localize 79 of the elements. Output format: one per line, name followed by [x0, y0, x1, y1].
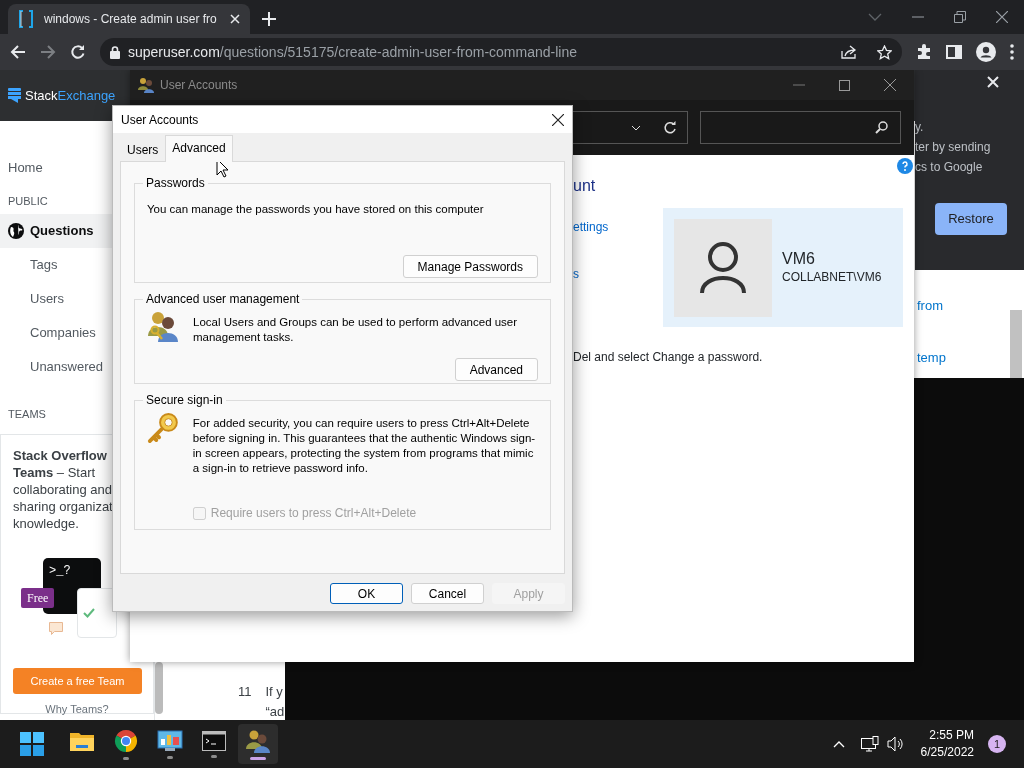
back-icon[interactable] [10, 44, 26, 60]
control-panel-icon[interactable] [157, 729, 183, 752]
checkmark-icon [83, 608, 95, 618]
scrollbar-thumb[interactable] [155, 662, 163, 714]
close-icon[interactable] [996, 11, 1008, 23]
share-icon[interactable] [841, 45, 857, 59]
reload-icon[interactable] [70, 44, 86, 60]
free-badge: Free [21, 588, 55, 608]
puzzle-icon[interactable] [916, 44, 932, 60]
site-icon [18, 10, 34, 28]
group-label: Passwords [145, 176, 206, 190]
close-icon[interactable] [552, 113, 564, 126]
user-name: VM6 [782, 249, 816, 268]
page-heading: unt [573, 176, 597, 196]
menu-icon[interactable] [1010, 44, 1014, 60]
forward-icon[interactable] [40, 44, 56, 60]
taskbar-button[interactable] [238, 724, 278, 764]
account-name: COLLABNET\VM6 [782, 268, 882, 286]
search-field[interactable] [700, 111, 901, 144]
notification-badge[interactable]: 1 [988, 735, 1006, 753]
users-icon [147, 310, 179, 342]
users-icon[interactable] [246, 728, 270, 753]
user-icon [700, 241, 746, 294]
group-label: Advanced user management [145, 292, 301, 306]
restore-button[interactable]: Restore [935, 203, 1007, 235]
maximize-icon[interactable] [839, 79, 850, 91]
close-icon[interactable] [884, 79, 896, 91]
lock-icon [110, 45, 120, 59]
volume-icon[interactable] [886, 736, 905, 752]
globe-icon [8, 222, 24, 239]
start-icon[interactable] [20, 732, 44, 756]
link[interactable]: temp [917, 347, 946, 367]
manage-passwords-button[interactable]: Manage Passwords [402, 255, 538, 278]
dialog-button[interactable]: OK [330, 583, 403, 604]
link[interactable]: s [573, 265, 663, 283]
clock-time[interactable]: 2:55 PM [920, 727, 974, 744]
url-text: superuser.com [128, 43, 220, 60]
help-icon[interactable] [897, 158, 913, 174]
clock-date[interactable]: 6/25/2022 [920, 744, 974, 761]
key-icon [147, 411, 179, 445]
new-tab-icon[interactable] [262, 12, 276, 26]
url-path: /questions/515175/create-admin-user-from-command-line [219, 43, 577, 60]
tab[interactable]: Users [120, 138, 166, 162]
why-teams-link[interactable]: Why Teams? [13, 701, 141, 718]
profile-icon[interactable] [976, 42, 996, 62]
prompt-text: >_? [49, 563, 71, 580]
chrome-icon[interactable] [114, 728, 138, 753]
search-icon [875, 121, 888, 134]
speech-bubble-icon [49, 622, 63, 635]
group-text: Local Users and Groups can be used to perform advanced user management tasks. [193, 315, 519, 345]
side-panel-icon[interactable] [946, 45, 962, 59]
vote-count: 11 [238, 683, 252, 701]
instruction-text: Del and select Change a password. [573, 349, 764, 366]
link[interactable]: ettings [573, 218, 663, 236]
answer-text: If y “ad [265, 683, 285, 720]
chevron-up-icon[interactable] [832, 740, 845, 748]
promo-text: Stack Overflow Teams – Start collaborating and sharing organizat knowledge. [13, 447, 114, 532]
checkbox-label: Require users to press Ctrl+Alt+Delete [210, 505, 417, 522]
star-icon[interactable] [877, 44, 892, 60]
tab[interactable]: Advanced [165, 135, 233, 162]
logo-text[interactable]: Stack [25, 87, 58, 103]
link[interactable]: from [917, 296, 946, 316]
group-text: For added security, you can require users to press Ctrl+Alt+Delete before signing in. This guarantees that the authentic Windows sign-in screen appears, protecting the system from programs that mimic a sign-in to retrieve password info. [192, 416, 537, 476]
refresh-icon[interactable] [663, 120, 677, 135]
advanced-button[interactable]: Advanced [454, 358, 538, 381]
terminal-icon[interactable] [202, 730, 226, 751]
scrollbar-thumb[interactable] [1010, 310, 1022, 380]
dialog-button[interactable]: Cancel [411, 583, 484, 604]
address-bar[interactable]: superuser.com/questions/515175/create-admin-user-from-command-line [100, 38, 902, 66]
logo-text-accent[interactable]: Exchange [57, 87, 116, 103]
popup-message: y. ter by sending cs to Google [915, 119, 992, 176]
users-icon [138, 77, 154, 93]
group-label: Secure sign-in [145, 393, 224, 407]
folder-icon[interactable] [70, 730, 94, 751]
logo-icon [8, 88, 21, 103]
restore-icon[interactable] [954, 11, 966, 23]
dialog-title: User Accounts [121, 111, 199, 129]
window-title: User Accounts [160, 77, 239, 94]
network-icon[interactable] [860, 736, 879, 752]
